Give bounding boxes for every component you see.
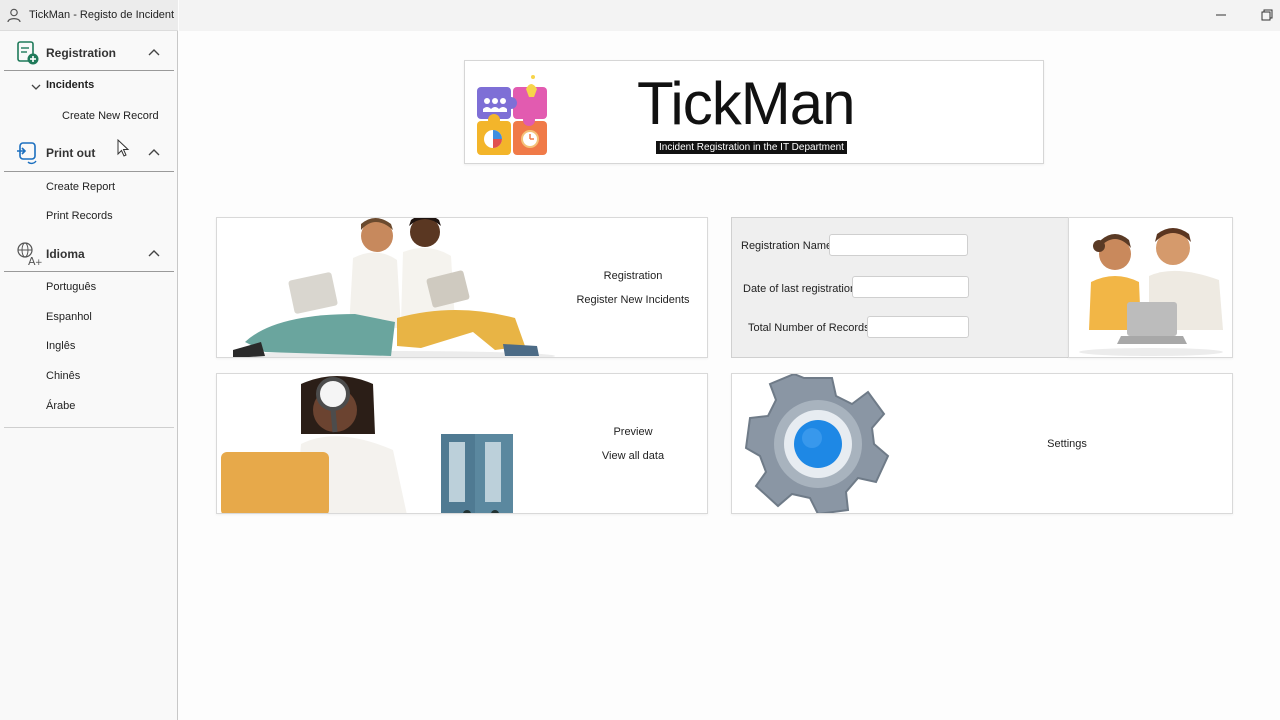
minimize-icon[interactable] <box>1214 8 1228 22</box>
incidents-group[interactable]: Incidents <box>30 79 170 95</box>
total-records-label: Total Number of Records: <box>748 322 873 334</box>
language-item-ingles[interactable]: Inglês <box>46 340 75 352</box>
mouse-cursor-icon <box>117 139 130 157</box>
incidents-group-label: Incidents <box>46 79 95 91</box>
registration-name-label: Registration Name: <box>741 240 836 252</box>
restore-icon[interactable] <box>1260 8 1274 22</box>
team-laptop-illustration-card <box>1068 217 1233 358</box>
divider <box>4 70 174 71</box>
divider <box>4 427 174 428</box>
team-laptop-illustration <box>1079 228 1223 356</box>
chevron-up-icon[interactable] <box>148 147 160 157</box>
students-illustration <box>233 218 555 357</box>
statistics-panel: Registration Name: Date of last registra… <box>731 217 1069 358</box>
divider <box>4 171 174 172</box>
window-title: TickMan - Registo de Incident... <box>29 9 175 21</box>
language-item-arabe[interactable]: Árabe <box>46 400 75 412</box>
puzzle-logo-icon <box>477 75 547 155</box>
registration-name-field[interactable] <box>829 234 968 256</box>
print-out-icon <box>17 142 37 165</box>
last-registration-date-label: Date of last registration: <box>743 283 860 295</box>
preview-card-title: Preview <box>613 426 653 438</box>
search-files-illustration <box>221 376 513 513</box>
chevron-up-icon[interactable] <box>148 47 160 57</box>
user-icon <box>7 8 21 23</box>
language-section-label: Idioma <box>46 247 85 261</box>
language-item-portugues[interactable]: Português <box>46 281 96 293</box>
total-records-field[interactable] <box>867 316 969 338</box>
settings-card-title: Settings <box>1047 438 1087 450</box>
registration-card-title: Registration <box>603 270 663 282</box>
registration-card-subtitle: Register New Incidents <box>576 294 690 306</box>
settings-card[interactable]: Settings <box>731 373 1233 514</box>
app-titlebar: TickMan - Registo de Incident... <box>0 0 178 31</box>
app-logo-banner: TickMan Incident Registration in the IT … <box>464 60 1044 164</box>
sidebar: TickMan - Registo de Incident... Registr… <box>0 0 178 720</box>
registration-card[interactable]: Registration Register New Incidents <box>216 217 708 358</box>
language-item-chines[interactable]: Chinês <box>46 370 80 382</box>
preview-card-subtitle: View all data <box>601 450 665 462</box>
create-new-record-item[interactable]: Create New Record <box>62 110 159 122</box>
chevron-up-icon[interactable] <box>148 248 160 258</box>
language-icon: A + <box>17 242 42 267</box>
preview-card[interactable]: Preview View all data <box>216 373 708 514</box>
svg-text:+: + <box>35 258 42 267</box>
registration-icon <box>17 41 39 65</box>
language-item-espanhol[interactable]: Espanhol <box>46 311 92 323</box>
language-section-header[interactable]: A + Idioma <box>0 240 178 268</box>
window-caption-bar <box>179 0 1280 31</box>
divider <box>4 271 174 272</box>
chevron-down-icon <box>31 84 41 90</box>
registration-section-header[interactable]: Registration <box>0 39 178 67</box>
logo-subtitle: Incident Registration in the IT Departme… <box>656 141 847 154</box>
gear-icon <box>744 374 890 513</box>
last-registration-date-field[interactable] <box>852 276 969 298</box>
registration-section-label: Registration <box>46 46 117 60</box>
create-report-item[interactable]: Create Report <box>46 181 115 193</box>
print-records-item[interactable]: Print Records <box>46 210 113 222</box>
logo-title: TickMan <box>637 70 855 137</box>
print-out-section-header[interactable]: Print out <box>0 139 178 167</box>
print-out-section-label: Print out <box>46 146 96 160</box>
